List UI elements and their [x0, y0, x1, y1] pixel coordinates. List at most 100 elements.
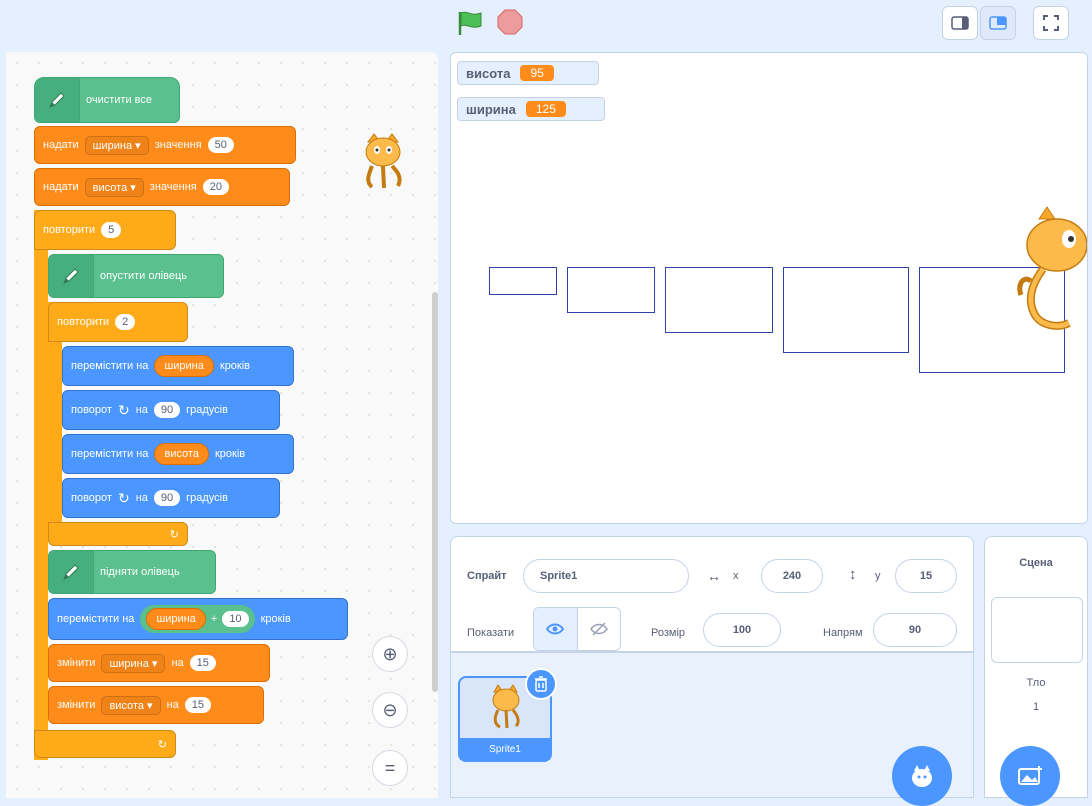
eye-icon [546, 623, 565, 635]
rotate-right-icon: ↻ [117, 489, 130, 506]
block-text: перемістити на [71, 360, 149, 372]
y-input[interactable]: 15 [895, 559, 957, 593]
top-bar [0, 0, 1092, 50]
block-text: надати [43, 139, 79, 151]
block-repeat-outer-end: ↻ [34, 730, 176, 758]
stop-icon[interactable] [496, 8, 524, 36]
zoom-out-button[interactable]: ⊖ [372, 692, 408, 728]
zoom-reset-button[interactable]: = [372, 750, 408, 786]
block-turn-right[interactable]: поворот ↻ на 90 градусів [62, 478, 280, 518]
fullscreen-button[interactable] [1033, 6, 1069, 40]
block-change-variable[interactable]: змінити висота ▾ на 15 [48, 686, 264, 724]
block-move-steps[interactable]: перемістити на ширина кроків [62, 346, 294, 386]
x-input[interactable]: 240 [761, 559, 823, 593]
variable-dropdown[interactable]: ширина ▾ [84, 135, 149, 155]
number-input[interactable]: 15 [189, 655, 216, 671]
variable-dropdown[interactable]: висота ▾ [84, 177, 144, 197]
number-input[interactable]: 20 [202, 179, 229, 195]
variable-reporter[interactable]: висота [154, 443, 209, 465]
add-backdrop-button[interactable] [1000, 746, 1060, 806]
direction-label: Напрям [823, 627, 863, 639]
number-input[interactable]: 2 [115, 314, 136, 330]
monitor-label: висота [466, 65, 511, 81]
block-repeat-outer[interactable]: повторити 5 [34, 210, 176, 250]
number-input[interactable]: 15 [184, 697, 212, 713]
block-text: поворот [71, 492, 112, 504]
block-change-variable[interactable]: змінити ширина ▾ на 15 [48, 644, 270, 682]
block-text: перемістити на [57, 613, 135, 625]
small-stage-button[interactable] [942, 6, 978, 40]
variable-dropdown[interactable]: висота ▾ [101, 695, 161, 715]
pen-icon [49, 255, 94, 297]
block-text: повторити [57, 316, 110, 328]
backdrop-count: 1 [1032, 701, 1040, 713]
number-input[interactable]: 90 [153, 490, 181, 506]
hide-button[interactable] [578, 608, 621, 650]
show-label: Показати [467, 627, 515, 639]
block-pen-clear[interactable]: очистити все [34, 77, 180, 123]
variable-reporter[interactable]: ширина [146, 608, 206, 630]
block-set-variable[interactable]: надати висота ▾ значення 20 [34, 168, 290, 206]
sprite-name-input[interactable]: Sprite1 [523, 559, 689, 593]
block-text: поворот [71, 404, 112, 416]
zoom-in-button[interactable]: ⊕ [372, 636, 408, 672]
block-move-steps[interactable]: перемістити на ширина + 10 кроків [48, 598, 348, 640]
sprite-thumbnail-label: Sprite1 [460, 738, 550, 760]
direction-input[interactable]: 90 [873, 613, 957, 647]
x-value: 240 [782, 570, 802, 582]
delete-sprite-button[interactable] [525, 668, 557, 700]
y-arrows-icon: ↕ [849, 566, 857, 583]
block-turn-right[interactable]: поворот ↻ на 90 градусів [62, 390, 280, 430]
sprite-info-panel: Спрайт Sprite1 ↔ x 240 ↕ y 15 Показати Р… [450, 536, 974, 652]
x-label: x [733, 570, 739, 582]
variable-reporter[interactable]: ширина [154, 355, 214, 377]
show-button[interactable] [534, 608, 578, 650]
variable-dropdown[interactable]: ширина ▾ [101, 653, 166, 673]
operator-add[interactable]: ширина + 10 [140, 605, 255, 633]
monitor-value: 95 [520, 65, 554, 81]
stage[interactable]: висота 95 ширина 125 [450, 52, 1088, 524]
number-input[interactable]: 50 [207, 137, 234, 153]
block-text: значення [154, 139, 202, 151]
size-label: Розмір [651, 627, 686, 639]
block-text: значення [149, 181, 197, 193]
block-text: градусів [186, 492, 228, 504]
green-flag-icon[interactable] [455, 8, 485, 38]
number-input[interactable]: 5 [101, 222, 122, 238]
pen-icon [35, 78, 80, 122]
add-sprite-button[interactable] [892, 746, 952, 806]
code-scrollbar[interactable] [432, 292, 438, 692]
block-move-steps[interactable]: перемістити на висота кроків [62, 434, 294, 474]
repeat-arrow-icon: ↻ [157, 738, 167, 751]
number-input[interactable]: 90 [153, 402, 181, 418]
number-input[interactable]: 10 [222, 611, 249, 627]
code-area[interactable]: очистити все надати ширина ▾ значення 50… [6, 52, 438, 798]
visibility-toggle[interactable] [533, 607, 621, 651]
block-text: кроків [260, 613, 291, 625]
repeat-outer-arm [34, 210, 48, 760]
add-backdrop-icon [1018, 766, 1042, 785]
size-input[interactable]: 100 [703, 613, 781, 647]
block-text: підняти олівець [100, 566, 180, 578]
variable-monitor[interactable]: ширина 125 [457, 97, 605, 121]
block-text: на [171, 657, 184, 669]
size-value: 100 [732, 624, 752, 636]
zoom-reset-icon: = [384, 757, 396, 778]
block-pen-down[interactable]: опустити олівець [48, 254, 224, 298]
sprite-name-value: Sprite1 [540, 570, 578, 582]
block-repeat-inner-end: ↻ [48, 522, 188, 546]
drawn-rectangle [489, 267, 557, 295]
normal-stage-button[interactable] [980, 6, 1016, 40]
stage-cat-sprite[interactable] [1017, 205, 1087, 335]
block-pen-up[interactable]: підняти олівець [48, 550, 216, 594]
drawn-rectangle [665, 267, 773, 333]
zoom-in-icon: ⊕ [382, 643, 398, 664]
block-set-variable[interactable]: надати ширина ▾ значення 50 [34, 126, 296, 164]
block-text: градусів [186, 404, 228, 416]
backdrop-thumbnail[interactable] [991, 597, 1083, 663]
repeat-arrow-icon: ↻ [169, 528, 179, 541]
variable-monitor[interactable]: висота 95 [457, 61, 599, 85]
block-repeat-inner[interactable]: повторити 2 [48, 302, 188, 342]
operator-symbol: + [210, 613, 218, 625]
sprite-cat-icon [358, 132, 408, 192]
